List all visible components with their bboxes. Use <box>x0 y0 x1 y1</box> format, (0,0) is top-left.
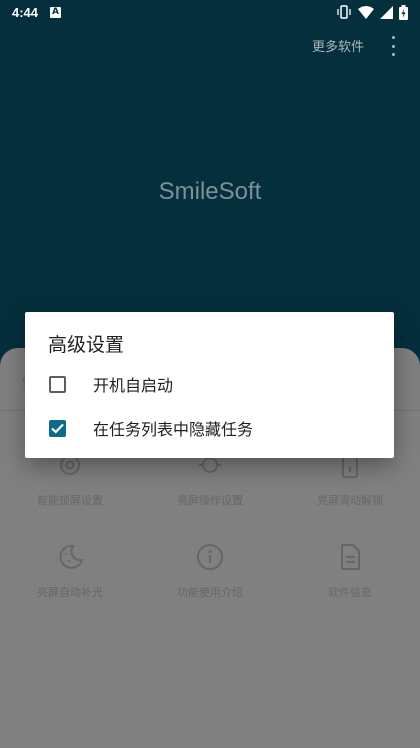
dialog-title: 高级设置 <box>48 334 125 356</box>
notification-icon: A <box>50 6 62 18</box>
overflow-menu-icon[interactable] <box>388 36 398 56</box>
auto-start-checkbox[interactable] <box>49 375 66 393</box>
battery-icon <box>399 4 408 20</box>
vibrate-icon <box>337 5 351 19</box>
grid-item-label: 亮屏自动补光 <box>37 586 103 599</box>
grid-item-fill-light[interactable]: 亮屏自动补光 <box>0 542 140 600</box>
document-icon <box>341 544 360 570</box>
checkmark-icon <box>51 423 64 434</box>
option-label: 开机自启动 <box>93 376 174 395</box>
status-bar: 4:44 A <box>0 0 420 24</box>
wifi-icon <box>358 5 374 19</box>
grid-item-label: 功能使用介绍 <box>177 586 243 599</box>
option-label: 在任务列表中隐藏任务 <box>93 420 254 439</box>
hide-task-checkbox[interactable] <box>49 419 66 437</box>
grid-item-label: 亮屏滑动解锁 <box>317 494 383 507</box>
status-icons <box>336 4 408 20</box>
info-icon <box>197 544 223 570</box>
option-hide-task[interactable]: 在任务列表中隐藏任务 <box>49 414 253 442</box>
grid-item-software-info[interactable]: 软件信息 <box>280 542 420 600</box>
grid-item-smart-lock[interactable]: 智能锁屏设置 <box>0 450 140 508</box>
more-software-link[interactable]: 更多软件 <box>312 36 364 55</box>
grid-item-slide-unlock[interactable]: 亮屏滑动解锁 <box>280 450 420 508</box>
grid-item-label: 亮屏操作设置 <box>177 494 243 507</box>
grid-item-label: 软件信息 <box>328 586 372 599</box>
grid-item-label: 智能锁屏设置 <box>37 494 103 507</box>
app-title: SmileSoft <box>158 178 262 205</box>
advanced-settings-dialog: 高级设置 开机自启动 在任务列表中隐藏任务 <box>25 312 394 458</box>
grid-item-usage-intro[interactable]: 功能使用介绍 <box>140 542 280 600</box>
moon-icon <box>59 544 84 569</box>
option-auto-start[interactable]: 开机自启动 <box>49 370 173 398</box>
status-time: 4:44 <box>12 4 39 20</box>
grid-item-screen-on[interactable]: 亮屏操作设置 <box>140 450 280 508</box>
signal-icon <box>380 5 393 19</box>
